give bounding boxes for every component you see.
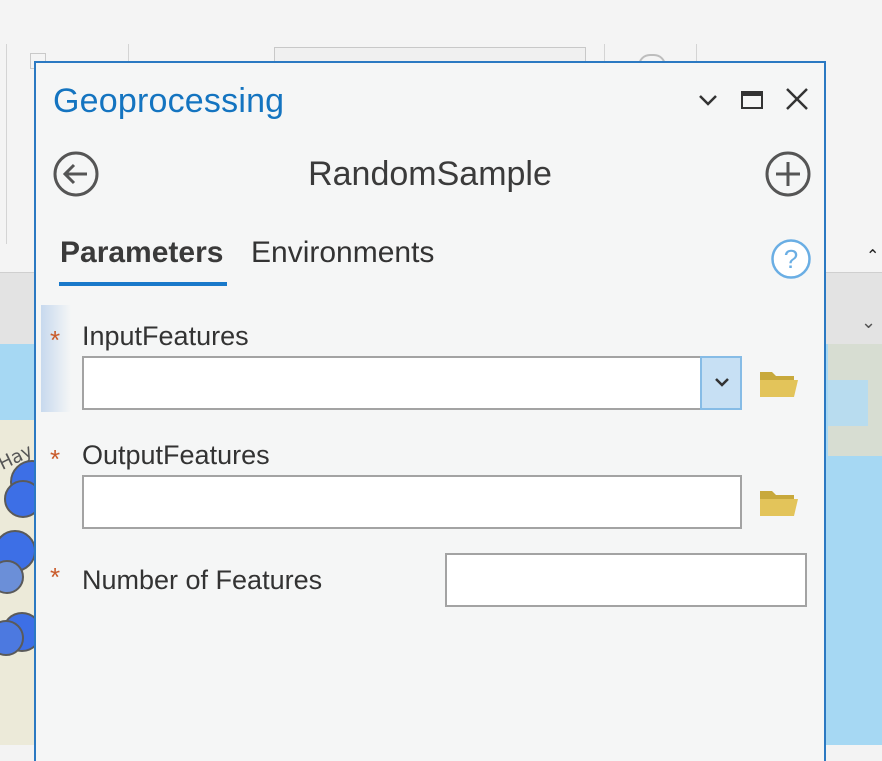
output-features-input[interactable] <box>82 475 742 529</box>
output-features-browse-button[interactable] <box>758 485 800 519</box>
active-tab-indicator <box>59 282 227 286</box>
input-features-combo[interactable] <box>82 356 742 410</box>
tab-parameters[interactable]: Parameters <box>60 236 223 270</box>
maximize-pane-button[interactable] <box>738 85 766 115</box>
collapse-pane-button[interactable] <box>694 85 722 115</box>
chevron-down-icon <box>715 378 729 387</box>
required-marker: * <box>50 444 61 474</box>
folder-icon <box>760 372 798 397</box>
maximize-icon <box>741 91 763 109</box>
close-pane-button[interactable] <box>783 85 811 115</box>
input-features-browse-button[interactable] <box>758 366 800 400</box>
add-button[interactable] <box>764 150 812 198</box>
map-water <box>828 380 868 426</box>
active-parameter-indicator <box>41 305 71 412</box>
tool-name: RandomSample <box>308 155 552 193</box>
input-features-label: InputFeatures <box>82 321 249 351</box>
required-marker: * <box>50 562 61 592</box>
ribbon-caret-icon: ⌃ <box>866 246 880 265</box>
folder-icon <box>760 491 798 516</box>
tab-list-chevron-icon: ⌄ <box>861 312 877 333</box>
number-of-features-label: Number of Features <box>82 565 323 595</box>
add-icon <box>765 151 811 197</box>
tab-environments[interactable]: Environments <box>251 236 434 270</box>
help-icon: ? <box>771 239 811 279</box>
svg-text:?: ? <box>784 244 798 274</box>
ribbon-divider <box>6 44 7 244</box>
pane-title: Geoprocessing <box>53 82 285 120</box>
input-features-dropdown-button[interactable] <box>700 356 742 410</box>
close-icon <box>786 88 808 110</box>
output-features-label: OutputFeatures <box>82 440 270 470</box>
geoprocessing-pane: Geoprocessing RandomSample Parameters En… <box>34 61 826 761</box>
help-button[interactable]: ? <box>770 238 812 280</box>
required-marker: * <box>50 325 61 355</box>
chevron-down-icon <box>699 95 717 106</box>
number-of-features-input[interactable] <box>445 553 807 607</box>
